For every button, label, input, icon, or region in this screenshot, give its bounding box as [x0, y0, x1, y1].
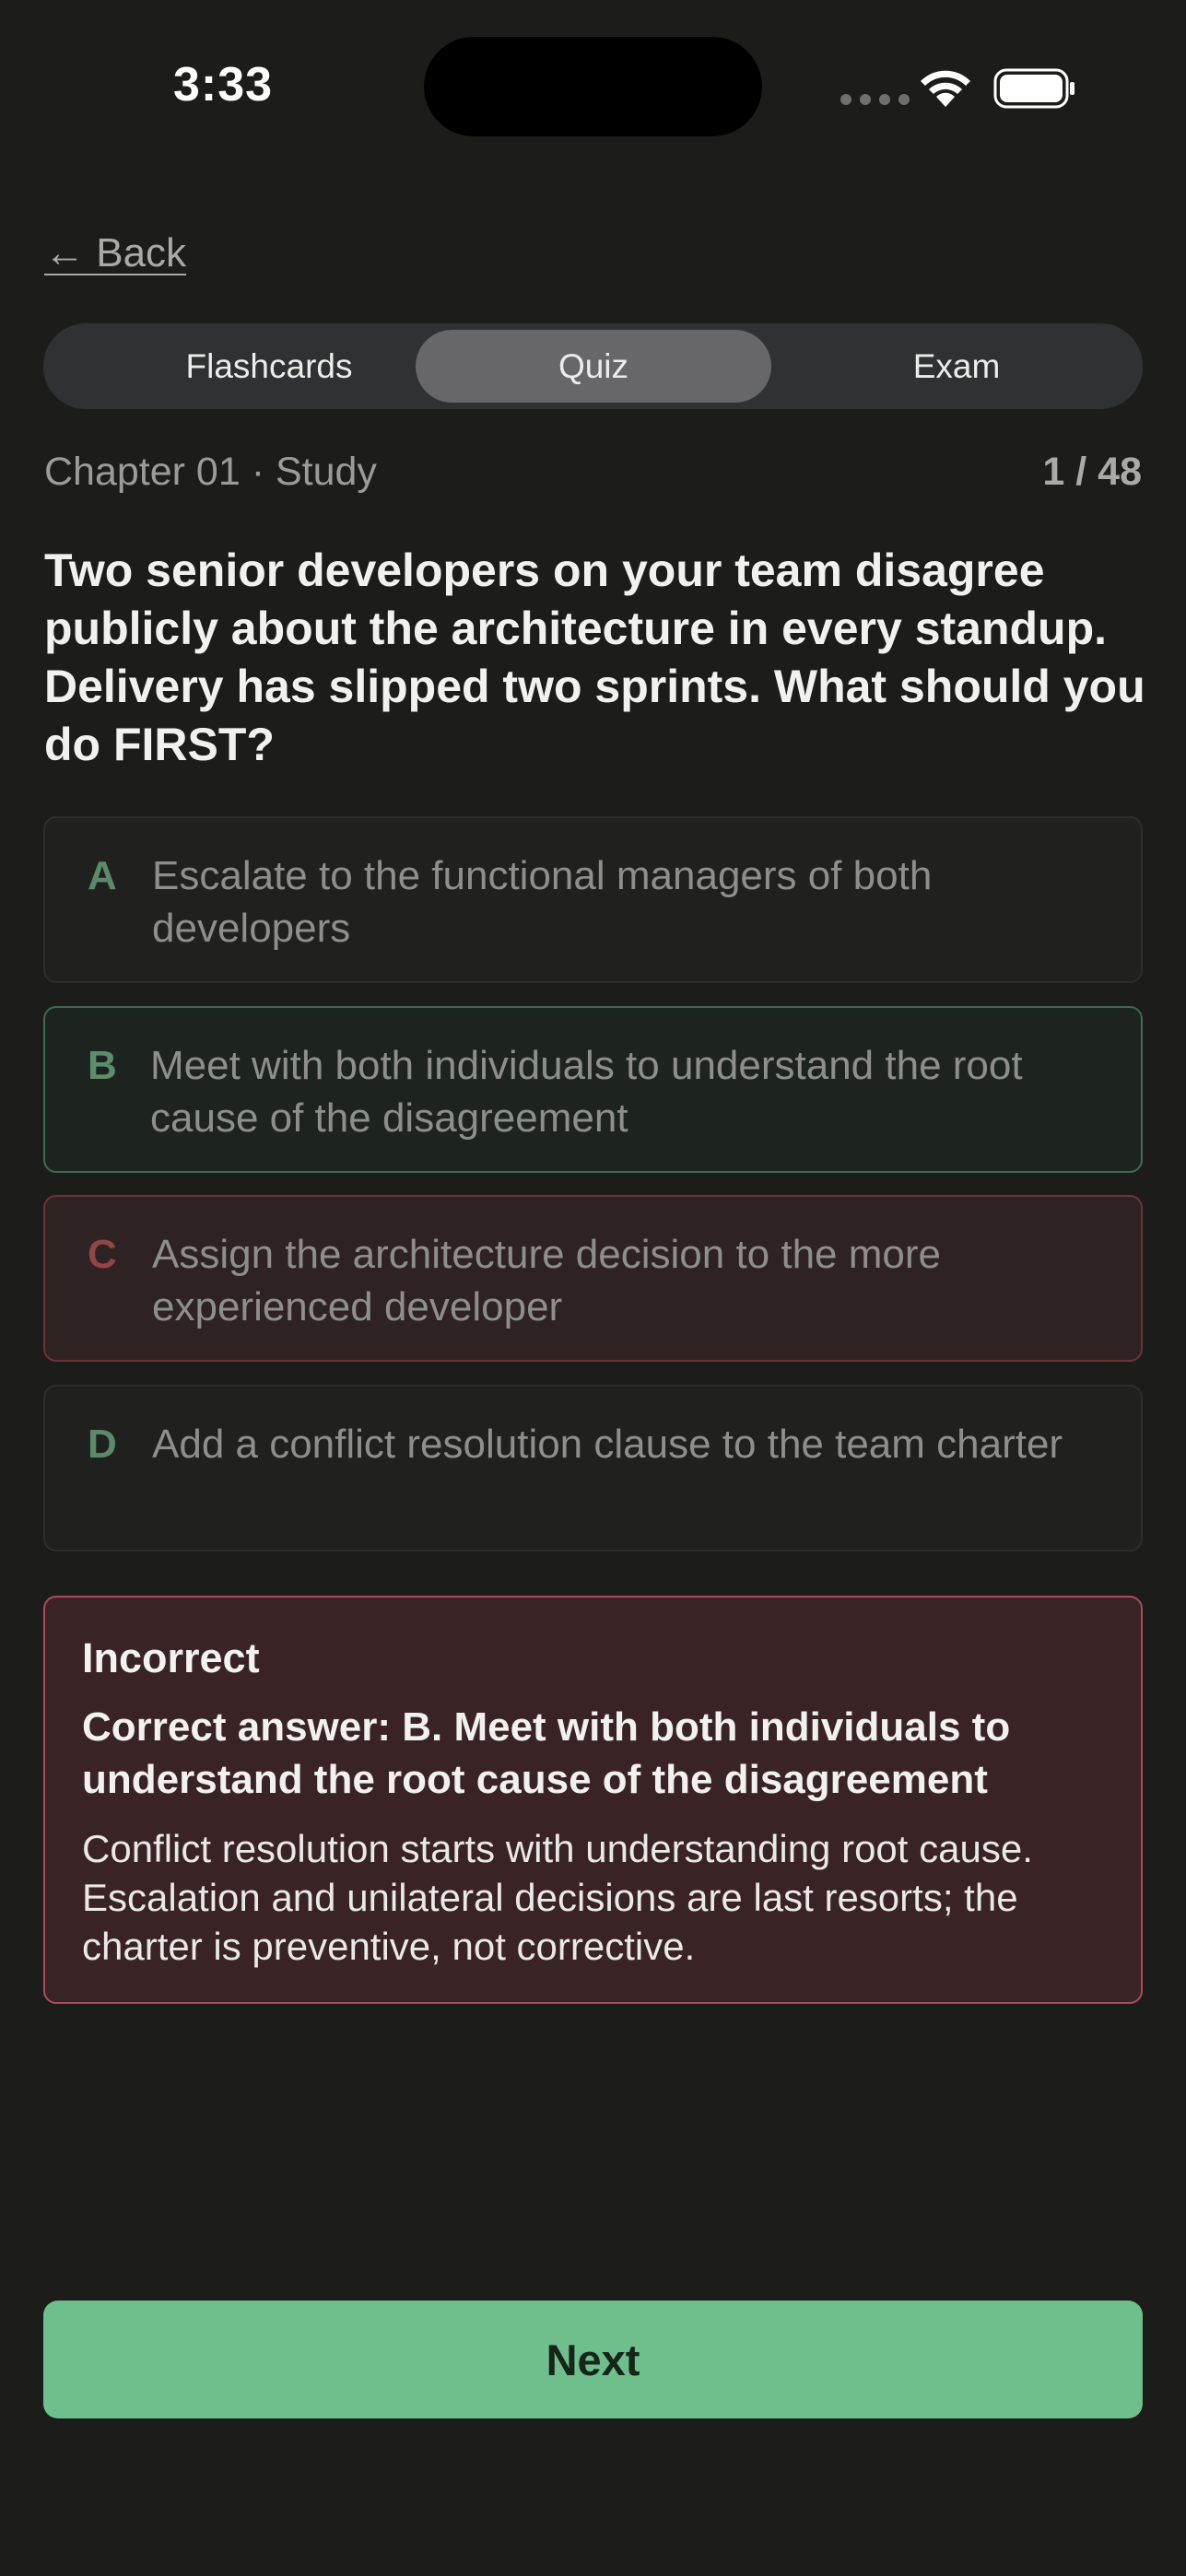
- option-letter: B: [88, 1043, 117, 1088]
- correct-answer-text: Correct answer: B. Meet with both indivi…: [82, 1704, 1011, 1802]
- dynamic-island: [424, 37, 762, 136]
- option-text: Add a conflict resolution clause to the …: [152, 1422, 1063, 1467]
- status-time: 3:33: [173, 58, 274, 111]
- option-letter: C: [88, 1232, 117, 1277]
- answer-feedback-panel: Incorrect Correct answer: B. Meet with b…: [43, 1596, 1143, 2004]
- tab-exam[interactable]: Exam: [779, 330, 1134, 403]
- option-letter: A: [88, 853, 117, 898]
- quiz-screen: 3:33 ← Back Flashcards Quiz Exam Chapter…: [0, 0, 1186, 2576]
- answer-option-c[interactable]: C Assign the architecture decision to th…: [43, 1195, 1143, 1362]
- option-text: Assign the architecture decision to the …: [152, 1232, 942, 1329]
- answer-option-d[interactable]: D Add a conflict resolution clause to th…: [43, 1385, 1143, 1551]
- option-text: Meet with both individuals to understand…: [150, 1043, 1023, 1141]
- battery-icon: [993, 68, 1074, 109]
- back-link[interactable]: ← Back: [44, 230, 186, 276]
- answer-option-a[interactable]: A Escalate to the functional managers of…: [43, 816, 1143, 983]
- cellular-signal-icon: [840, 94, 910, 105]
- next-button[interactable]: Next: [43, 2301, 1143, 2418]
- answer-option-b[interactable]: B Meet with both individuals to understa…: [43, 1006, 1143, 1173]
- wifi-icon: [921, 70, 970, 107]
- tab-flashcards[interactable]: Flashcards: [91, 330, 447, 403]
- feedback-title: Incorrect: [82, 1634, 260, 1681]
- explanation-text: Conflict resolution starts with understa…: [82, 1827, 1033, 1968]
- option-letter: D: [88, 1422, 117, 1467]
- tab-quiz[interactable]: Quiz: [416, 330, 771, 403]
- question-text: Two senior developers on your team disag…: [44, 544, 1145, 770]
- chapter-label: Chapter 01 · Study: [44, 450, 377, 494]
- option-text: Escalate to the functional managers of b…: [152, 853, 933, 951]
- question-counter: 1 / 48: [1042, 450, 1142, 494]
- mode-segmented-control: Flashcards Quiz Exam: [43, 323, 1143, 409]
